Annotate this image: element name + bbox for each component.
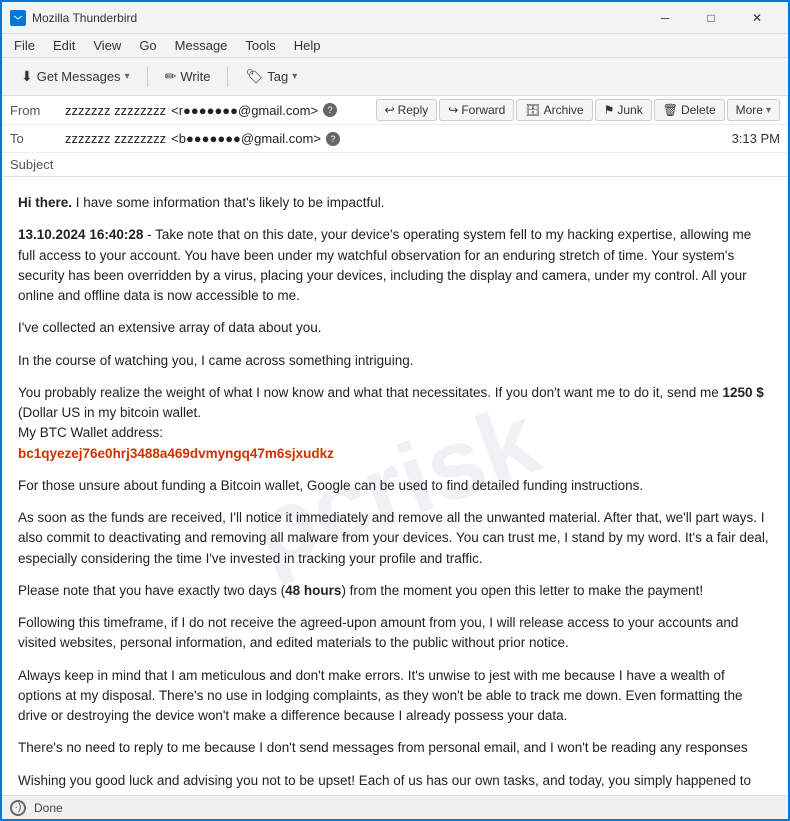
menu-go[interactable]: Go: [131, 36, 164, 55]
delete-button[interactable]: 🗑 Delete: [654, 99, 725, 121]
paragraph11: Wishing you good luck and advising you n…: [18, 771, 772, 796]
status-text: Done: [34, 801, 63, 815]
menu-message[interactable]: Message: [167, 36, 236, 55]
junk-icon: ⚑: [604, 103, 615, 117]
tag-dropdown-arrow: ▾: [292, 71, 297, 82]
window-title: Mozilla Thunderbird: [32, 11, 642, 25]
archive-icon: 🗄: [525, 103, 540, 117]
toolbar-divider-2: [227, 67, 228, 87]
tag-button[interactable]: 🏷 Tag ▾: [234, 63, 308, 90]
to-label: To: [10, 131, 65, 146]
menu-view[interactable]: View: [85, 36, 129, 55]
reply-button[interactable]: ↩ Reply: [376, 99, 438, 121]
from-verify-icon: ?: [323, 103, 337, 117]
toolbar: ⬇ Get Messages ▾ ✏ Write 🏷 Tag ▾: [2, 58, 788, 96]
paragraph6: As soon as the funds are received, I'll …: [18, 508, 772, 569]
intro-paragraph: Hi there. I have some information that's…: [18, 193, 772, 213]
close-button[interactable]: ✕: [734, 2, 780, 34]
delete-icon: 🗑: [663, 103, 678, 117]
more-dropdown-arrow: ▾: [766, 105, 771, 116]
status-bar: ·) Done: [2, 795, 788, 819]
paragraph4: You probably realize the weight of what …: [18, 383, 772, 464]
get-messages-button[interactable]: ⬇ Get Messages ▾: [10, 63, 141, 90]
btc-label: My BTC Wallet address:: [18, 425, 163, 440]
paragraph7-pre: Please note that you have exactly two da…: [18, 583, 285, 598]
reply-icon: ↩: [385, 103, 395, 117]
to-verify-icon: ?: [326, 132, 340, 146]
from-value: zzzzzzz zzzzzzzz <r●●●●●●●@gmail.com> ?: [65, 103, 376, 118]
from-label: From: [10, 103, 65, 118]
date-paragraph: 13.10.2024 16:40:28 - Take note that on …: [18, 225, 772, 306]
junk-button[interactable]: ⚑ Junk: [595, 99, 652, 121]
paragraph5: For those unsure about funding a Bitcoin…: [18, 476, 772, 496]
paragraph8: Following this timeframe, if I do not re…: [18, 613, 772, 654]
maximize-button[interactable]: □: [688, 2, 734, 34]
amount-bold: 1250 $: [723, 385, 764, 400]
paragraph7: Please note that you have exactly two da…: [18, 581, 772, 601]
main-window: Mozilla Thunderbird ─ □ ✕ File Edit View…: [0, 0, 790, 821]
from-name: zzzzzzz zzzzzzzz: [65, 103, 166, 118]
intro-bold: Hi there.: [18, 195, 72, 210]
email-content: Hi there. I have some information that's…: [18, 193, 772, 795]
hours-bold: 48 hours: [285, 583, 341, 598]
intro-rest: I have some information that's likely to…: [72, 195, 384, 210]
paragraph7-post: ) from the moment you open this letter t…: [341, 583, 703, 598]
menu-tools[interactable]: Tools: [237, 36, 283, 55]
write-button[interactable]: ✏ Write: [154, 63, 222, 90]
from-email: <r●●●●●●●@gmail.com>: [171, 103, 318, 118]
email-action-buttons: ↩ Reply ↪ Forward 🗄 Archive ⚑ Junk 🗑: [376, 99, 781, 121]
menu-edit[interactable]: Edit: [45, 36, 83, 55]
paragraph10: There's no need to reply to me because I…: [18, 738, 772, 758]
get-messages-dropdown-arrow: ▾: [125, 71, 130, 82]
to-name: zzzzzzz zzzzzzzz: [65, 131, 166, 146]
title-bar: Mozilla Thunderbird ─ □ ✕: [2, 2, 788, 34]
subject-label: Subject: [10, 157, 53, 172]
archive-button[interactable]: 🗄 Archive: [516, 99, 592, 121]
write-icon: ✏: [165, 68, 177, 85]
email-time: 3:13 PM: [732, 131, 780, 146]
toolbar-divider-1: [147, 67, 148, 87]
menu-help[interactable]: Help: [286, 36, 329, 55]
paragraph4-post: (Dollar US in my bitcoin wallet.: [18, 405, 201, 420]
menu-file[interactable]: File: [6, 36, 43, 55]
get-messages-icon: ⬇: [21, 68, 33, 85]
email-headers: From zzzzzzz zzzzzzzz <r●●●●●●●@gmail.co…: [2, 96, 788, 177]
window-controls: ─ □ ✕: [642, 2, 780, 34]
more-button[interactable]: More ▾: [727, 99, 780, 121]
paragraph2: I've collected an extensive array of dat…: [18, 318, 772, 338]
paragraph3: In the course of watching you, I came ac…: [18, 351, 772, 371]
paragraph9: Always keep in mind that I am meticulous…: [18, 666, 772, 727]
to-value: zzzzzzz zzzzzzzz <b●●●●●●●@gmail.com> ?: [65, 131, 724, 146]
bitcoin-address: bc1qyezej76e0hrj3488a469dvmyngq47m6sjxud…: [18, 446, 334, 461]
app-icon: [10, 10, 26, 26]
to-email: <b●●●●●●●@gmail.com>: [171, 131, 321, 146]
forward-icon: ↪: [448, 103, 458, 117]
to-row: To zzzzzzz zzzzzzzz <b●●●●●●●@gmail.com>…: [2, 125, 788, 153]
minimize-button[interactable]: ─: [642, 2, 688, 34]
from-row: From zzzzzzz zzzzzzzz <r●●●●●●●@gmail.co…: [2, 96, 788, 125]
status-icon: ·): [10, 800, 26, 816]
subject-row: Subject: [2, 153, 788, 176]
tag-icon: 🏷: [245, 68, 263, 85]
date-bold: 13.10.2024 16:40:28: [18, 227, 143, 242]
forward-button[interactable]: ↪ Forward: [439, 99, 514, 121]
email-body: pcrisk Hi there. I have some information…: [2, 177, 788, 795]
menu-bar: File Edit View Go Message Tools Help: [2, 34, 788, 58]
paragraph4-pre: You probably realize the weight of what …: [18, 385, 723, 400]
